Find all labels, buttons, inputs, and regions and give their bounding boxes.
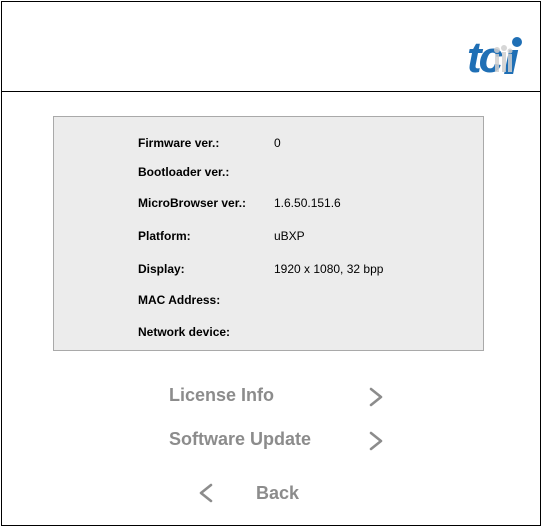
info-label: Firmware ver.: xyxy=(138,136,220,150)
info-label: Bootloader ver.: xyxy=(138,165,230,179)
system-info-panel: Firmware ver.: 0 Bootloader ver.: MicroB… xyxy=(53,116,484,351)
chevron-right-icon[interactable] xyxy=(367,430,385,452)
info-label: MicroBrowser ver.: xyxy=(138,196,247,210)
info-label: Display: xyxy=(138,262,185,276)
software-update-link[interactable]: Software Update xyxy=(169,429,311,450)
info-value: 0 xyxy=(274,136,281,150)
back-button[interactable]: Back xyxy=(256,483,299,504)
info-label: Network device: xyxy=(138,325,231,339)
info-label: Platform: xyxy=(138,229,191,243)
info-value: 1920 x 1080, 32 bpp xyxy=(274,262,384,276)
header-divider xyxy=(2,91,540,92)
tci-logo: tc xyxy=(467,33,522,80)
info-label: MAC Address: xyxy=(138,293,221,307)
license-info-link[interactable]: License Info xyxy=(169,385,274,406)
settings-window: tc Firmware ver.: 0 Bootloader ver.: Mic… xyxy=(1,1,541,526)
info-value: uBXP xyxy=(274,229,305,243)
chevron-left-icon[interactable] xyxy=(197,482,215,504)
chevron-right-icon[interactable] xyxy=(367,386,385,408)
info-value: 1.6.50.151.6 xyxy=(274,196,341,210)
